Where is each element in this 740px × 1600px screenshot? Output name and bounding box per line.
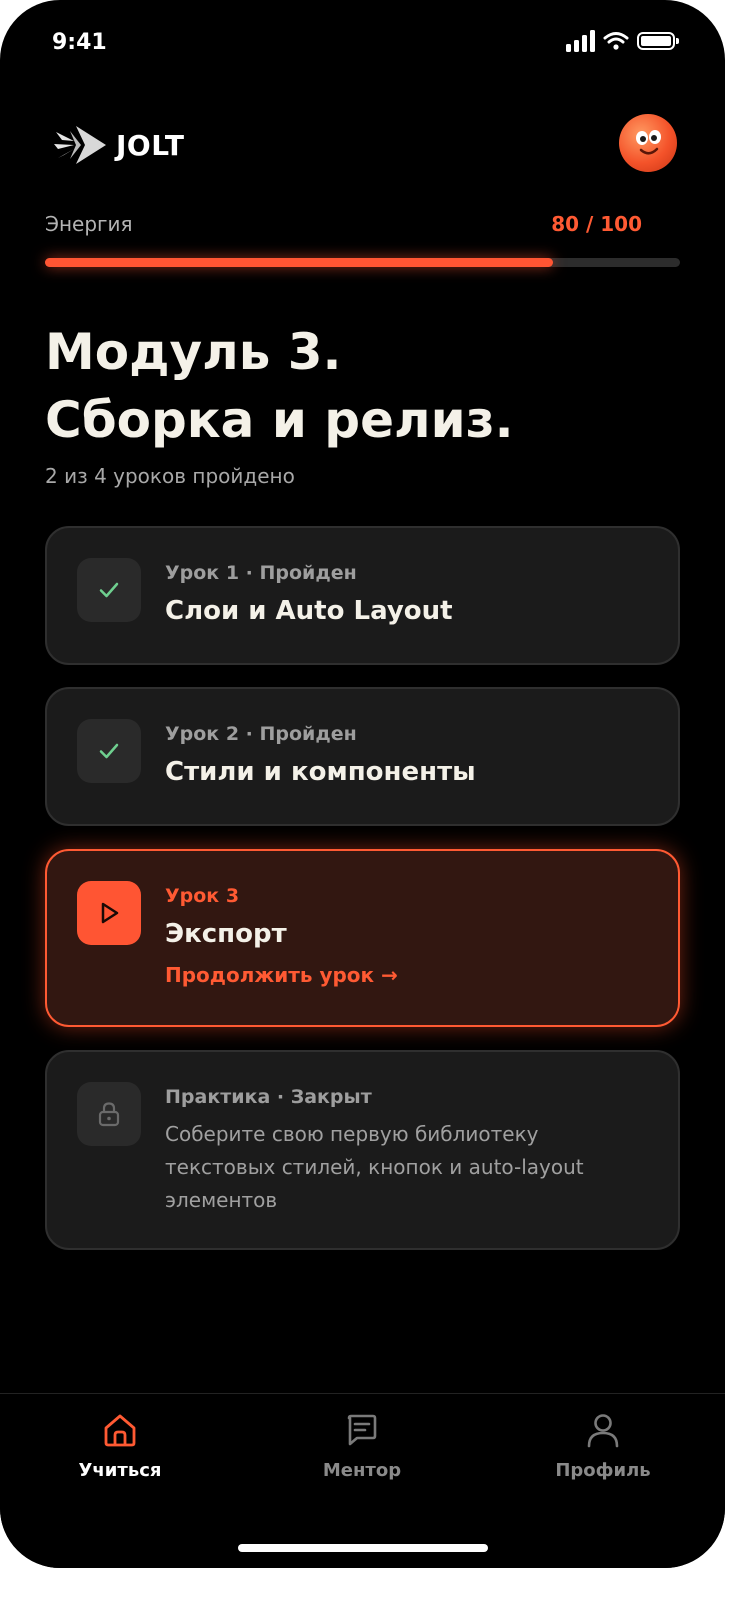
battery-icon — [637, 32, 679, 50]
lesson-card-3[interactable]: Урок 3 Экспорт Продолжить урок → — [45, 849, 680, 1027]
energy-progress-track — [45, 258, 680, 267]
lesson-title: Стили и компоненты — [165, 757, 476, 787]
continue-lesson-link[interactable]: Продолжить урок → — [165, 963, 648, 987]
status-time: 9:41 — [52, 30, 107, 55]
home-icon — [104, 1414, 136, 1447]
home-indicator[interactable] — [238, 1544, 488, 1552]
lesson-status-badge — [77, 1082, 141, 1146]
module-progress-text: 2 из 4 уроков пройдено — [45, 464, 295, 488]
logo-text: JOLT — [116, 128, 185, 162]
mascot-icon — [636, 130, 661, 155]
wifi-icon — [603, 32, 629, 50]
module-title-line-2: Сборка и релиз. — [45, 391, 514, 449]
user-icon — [587, 1414, 619, 1448]
status-bar: 9:41 — [0, 0, 725, 90]
lesson-status-badge — [77, 719, 141, 783]
tab-label: Учиться — [78, 1460, 162, 1481]
lock-icon — [98, 1102, 120, 1127]
app-logo[interactable]: JOLT — [52, 122, 185, 168]
app-header: JOLT — [52, 114, 677, 176]
tab-label: Ментор — [322, 1460, 402, 1481]
energy-value: 80 / 100 — [551, 212, 642, 236]
tab-profile[interactable]: Профиль — [528, 1410, 678, 1481]
status-icons — [566, 30, 679, 52]
cellular-signal-icon — [566, 30, 595, 52]
lesson-title: Слои и Auto Layout — [165, 596, 453, 626]
energy-label: Энергия — [45, 212, 133, 236]
module-title-line-1: Модуль 3. — [45, 323, 342, 381]
check-icon — [99, 582, 119, 598]
practice-description: Соберите свою первую библиотеку текстовы… — [165, 1122, 584, 1212]
play-icon — [101, 902, 119, 924]
tab-mentor[interactable]: Ментор — [287, 1410, 437, 1481]
lesson-status-badge — [77, 558, 141, 622]
phone-screen: 9:41 JOLT Энергия 80 / 100 Модуль 3. Сбо… — [0, 0, 725, 1568]
lesson-card-2[interactable]: Урок 2 · Пройден Стили и компоненты — [45, 687, 680, 826]
chat-icon — [347, 1414, 377, 1446]
lesson-meta: Урок 2 · Пройден — [165, 723, 357, 745]
jolt-logo-icon — [54, 126, 106, 164]
lesson-meta: Урок 3 — [165, 885, 240, 907]
play-button[interactable] — [77, 881, 141, 945]
module-title: Модуль 3. Сборка и релиз. — [45, 318, 514, 454]
lesson-title: Экспорт — [165, 919, 287, 949]
practice-card[interactable]: Практика · Закрыт Соберите свою первую б… — [45, 1050, 680, 1250]
lesson-meta: Урок 1 · Пройден — [165, 562, 357, 584]
bottom-tab-bar: Учиться Ментор Профиль — [0, 1393, 725, 1568]
practice-meta: Практика · Закрыт — [165, 1086, 372, 1108]
lesson-card-1[interactable]: Урок 1 · Пройден Слои и Auto Layout — [45, 526, 680, 665]
energy-progress-fill — [45, 258, 553, 267]
check-icon — [99, 743, 119, 759]
tab-label: Профиль — [555, 1460, 651, 1481]
tab-learn[interactable]: Учиться — [45, 1410, 195, 1481]
avatar[interactable] — [619, 114, 677, 172]
